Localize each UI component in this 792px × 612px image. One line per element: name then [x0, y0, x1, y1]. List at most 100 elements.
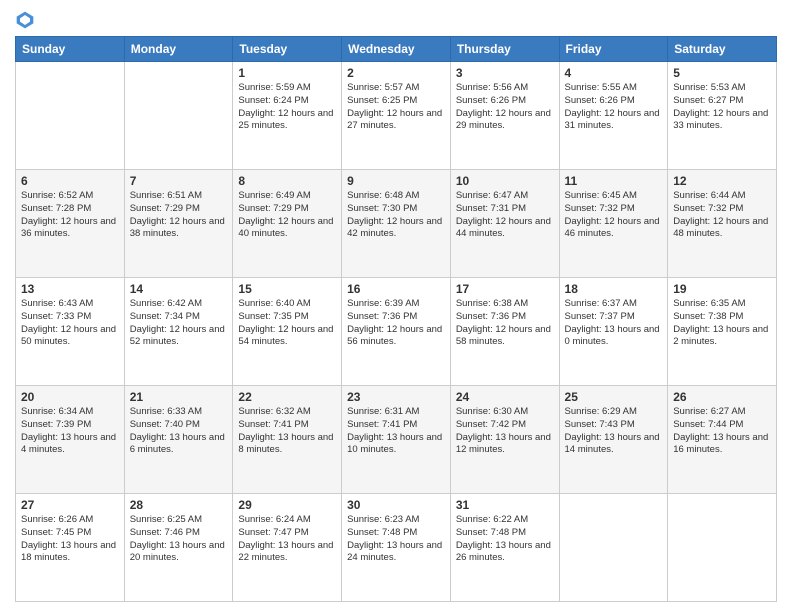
calendar-cell: 22 Sunrise: 6:32 AMSunset: 7:41 PMDayligh…: [233, 386, 342, 494]
day-detail: Sunrise: 6:40 AMSunset: 7:35 PMDaylight:…: [238, 298, 336, 349]
day-detail: Sunrise: 6:25 AMSunset: 7:46 PMDaylight:…: [130, 514, 228, 565]
day-number: 28: [130, 498, 228, 512]
calendar-cell: 20Sunrise: 6:34 AMSunset: 7:39 PMDayligh…: [16, 386, 125, 494]
calendar-header-row: SundayMondayTuesdayWednesdayThursdayFrid…: [16, 37, 777, 62]
day-detail: Sunrise: 6:49 AMSunset: 7:29 PMDaylight:…: [238, 190, 336, 241]
calendar-cell: 29Sunrise: 6:24 AMSunset: 7:47 PMDayligh…: [233, 494, 342, 602]
weekday-header-friday: Friday: [559, 37, 668, 62]
calendar-cell: [559, 494, 668, 602]
day-number: 14: [130, 282, 228, 296]
day-detail: Sunrise: 6:37 AMSunset: 7:37 PMDaylight:…: [565, 298, 663, 349]
day-detail: Sunrise: 6:32 AMSunset: 7:41 PMDaylight:…: [238, 406, 336, 457]
page: SundayMondayTuesdayWednesdayThursdayFrid…: [0, 0, 792, 612]
calendar-table: SundayMondayTuesdayWednesdayThursdayFrid…: [15, 36, 777, 602]
day-number: 1: [238, 66, 336, 80]
calendar-cell: 7Sunrise: 6:51 AMSunset: 7:29 PMDaylight…: [124, 170, 233, 278]
calendar-cell: 17 Sunrise: 6:38 AMSunset: 7:36 PMDayligh…: [450, 278, 559, 386]
day-number: 27: [21, 498, 119, 512]
day-number: 15: [238, 282, 336, 296]
day-number: 23: [347, 390, 445, 404]
day-number: 26: [673, 390, 771, 404]
day-detail: Sunrise: 5:56 AMSunset: 6:26 PMDaylight:…: [456, 82, 554, 133]
calendar-cell: 8 Sunrise: 6:49 AMSunset: 7:29 PMDaylight…: [233, 170, 342, 278]
weekday-header-tuesday: Tuesday: [233, 37, 342, 62]
day-detail: Sunrise: 6:43 AMSunset: 7:33 PMDaylight:…: [21, 298, 119, 349]
day-detail: Sunrise: 5:55 AMSunset: 6:26 PMDaylight:…: [565, 82, 663, 133]
calendar-cell: 16 Sunrise: 6:39 AMSunset: 7:36 PMDayligh…: [342, 278, 451, 386]
day-detail: Sunrise: 6:27 AMSunset: 7:44 PMDaylight:…: [673, 406, 771, 457]
day-detail: Sunrise: 6:47 AMSunset: 7:31 PMDaylight:…: [456, 190, 554, 241]
day-number: 24: [456, 390, 554, 404]
day-number: 8: [238, 174, 336, 188]
calendar-cell: 27 Sunrise: 6:26 AMSunset: 7:45 PMDayligh…: [16, 494, 125, 602]
calendar-cell: 28 Sunrise: 6:25 AMSunset: 7:46 PMDayligh…: [124, 494, 233, 602]
day-detail: Sunrise: 6:39 AMSunset: 7:36 PMDaylight:…: [347, 298, 445, 349]
calendar-cell: 26 Sunrise: 6:27 AMSunset: 7:44 PMDayligh…: [668, 386, 777, 494]
logo: [15, 10, 39, 30]
day-detail: Sunrise: 6:44 AMSunset: 7:32 PMDaylight:…: [673, 190, 771, 241]
weekday-header-monday: Monday: [124, 37, 233, 62]
day-detail: Sunrise: 6:30 AMSunset: 7:42 PMDaylight:…: [456, 406, 554, 457]
calendar-row: 27 Sunrise: 6:26 AMSunset: 7:45 PMDayligh…: [16, 494, 777, 602]
day-detail: Sunrise: 6:38 AMSunset: 7:36 PMDaylight:…: [456, 298, 554, 349]
day-number: 22: [238, 390, 336, 404]
day-number: 2: [347, 66, 445, 80]
calendar-cell: 25 Sunrise: 6:29 AMSunset: 7:43 PMDayligh…: [559, 386, 668, 494]
day-detail: Sunrise: 6:52 AMSunset: 7:28 PMDaylight:…: [21, 190, 119, 241]
day-detail: Sunrise: 5:53 AMSunset: 6:27 PMDaylight:…: [673, 82, 771, 133]
day-detail: Sunrise: 6:31 AMSunset: 7:41 PMDaylight:…: [347, 406, 445, 457]
day-number: 25: [565, 390, 663, 404]
day-number: 11: [565, 174, 663, 188]
calendar-cell: 1Sunrise: 5:59 AMSunset: 6:24 PMDaylight…: [233, 62, 342, 170]
calendar-cell: 31 Sunrise: 6:22 AMSunset: 7:48 PMDayligh…: [450, 494, 559, 602]
day-number: 10: [456, 174, 554, 188]
day-detail: Sunrise: 6:29 AMSunset: 7:43 PMDaylight:…: [565, 406, 663, 457]
calendar-cell: 10 Sunrise: 6:47 AMSunset: 7:31 PMDayligh…: [450, 170, 559, 278]
calendar-cell: 15 Sunrise: 6:40 AMSunset: 7:35 PMDayligh…: [233, 278, 342, 386]
calendar-cell: 21Sunrise: 6:33 AMSunset: 7:40 PMDayligh…: [124, 386, 233, 494]
day-number: 31: [456, 498, 554, 512]
calendar-cell: [668, 494, 777, 602]
logo-icon: [15, 10, 35, 30]
day-number: 5: [673, 66, 771, 80]
day-number: 17: [456, 282, 554, 296]
day-detail: Sunrise: 6:22 AMSunset: 7:48 PMDaylight:…: [456, 514, 554, 565]
weekday-header-thursday: Thursday: [450, 37, 559, 62]
day-number: 6: [21, 174, 119, 188]
day-number: 29: [238, 498, 336, 512]
day-number: 12: [673, 174, 771, 188]
weekday-header-saturday: Saturday: [668, 37, 777, 62]
calendar-cell: 13 Sunrise: 6:43 AMSunset: 7:33 PMDayligh…: [16, 278, 125, 386]
calendar-cell: 14 Sunrise: 6:42 AMSunset: 7:34 PMDayligh…: [124, 278, 233, 386]
calendar-cell: 12 Sunrise: 6:44 AMSunset: 7:32 PMDayligh…: [668, 170, 777, 278]
day-number: 21: [130, 390, 228, 404]
day-number: 4: [565, 66, 663, 80]
calendar-row: 6 Sunrise: 6:52 AMSunset: 7:28 PMDaylight…: [16, 170, 777, 278]
calendar-cell: 18 Sunrise: 6:37 AMSunset: 7:37 PMDayligh…: [559, 278, 668, 386]
day-detail: Sunrise: 6:42 AMSunset: 7:34 PMDaylight:…: [130, 298, 228, 349]
day-detail: Sunrise: 5:57 AMSunset: 6:25 PMDaylight:…: [347, 82, 445, 133]
day-detail: Sunrise: 6:34 AMSunset: 7:39 PMDaylight:…: [21, 406, 119, 457]
day-number: 19: [673, 282, 771, 296]
day-number: 9: [347, 174, 445, 188]
calendar-cell: 24 Sunrise: 6:30 AMSunset: 7:42 PMDayligh…: [450, 386, 559, 494]
header: [15, 10, 777, 30]
calendar-cell: 9 Sunrise: 6:48 AMSunset: 7:30 PMDaylight…: [342, 170, 451, 278]
day-number: 13: [21, 282, 119, 296]
calendar-cell: 11Sunrise: 6:45 AMSunset: 7:32 PMDayligh…: [559, 170, 668, 278]
calendar-cell: 19Sunrise: 6:35 AMSunset: 7:38 PMDayligh…: [668, 278, 777, 386]
day-number: 3: [456, 66, 554, 80]
calendar-cell: 4 Sunrise: 5:55 AMSunset: 6:26 PMDaylight…: [559, 62, 668, 170]
day-detail: Sunrise: 6:48 AMSunset: 7:30 PMDaylight:…: [347, 190, 445, 241]
calendar-cell: 2 Sunrise: 5:57 AMSunset: 6:25 PMDaylight…: [342, 62, 451, 170]
calendar-cell: 23 Sunrise: 6:31 AMSunset: 7:41 PMDayligh…: [342, 386, 451, 494]
day-number: 16: [347, 282, 445, 296]
day-number: 18: [565, 282, 663, 296]
calendar-cell: [124, 62, 233, 170]
day-detail: Sunrise: 6:26 AMSunset: 7:45 PMDaylight:…: [21, 514, 119, 565]
calendar-cell: 6 Sunrise: 6:52 AMSunset: 7:28 PMDaylight…: [16, 170, 125, 278]
weekday-header-wednesday: Wednesday: [342, 37, 451, 62]
calendar-cell: 3 Sunrise: 5:56 AMSunset: 6:26 PMDaylight…: [450, 62, 559, 170]
calendar-cell: [16, 62, 125, 170]
weekday-header-sunday: Sunday: [16, 37, 125, 62]
